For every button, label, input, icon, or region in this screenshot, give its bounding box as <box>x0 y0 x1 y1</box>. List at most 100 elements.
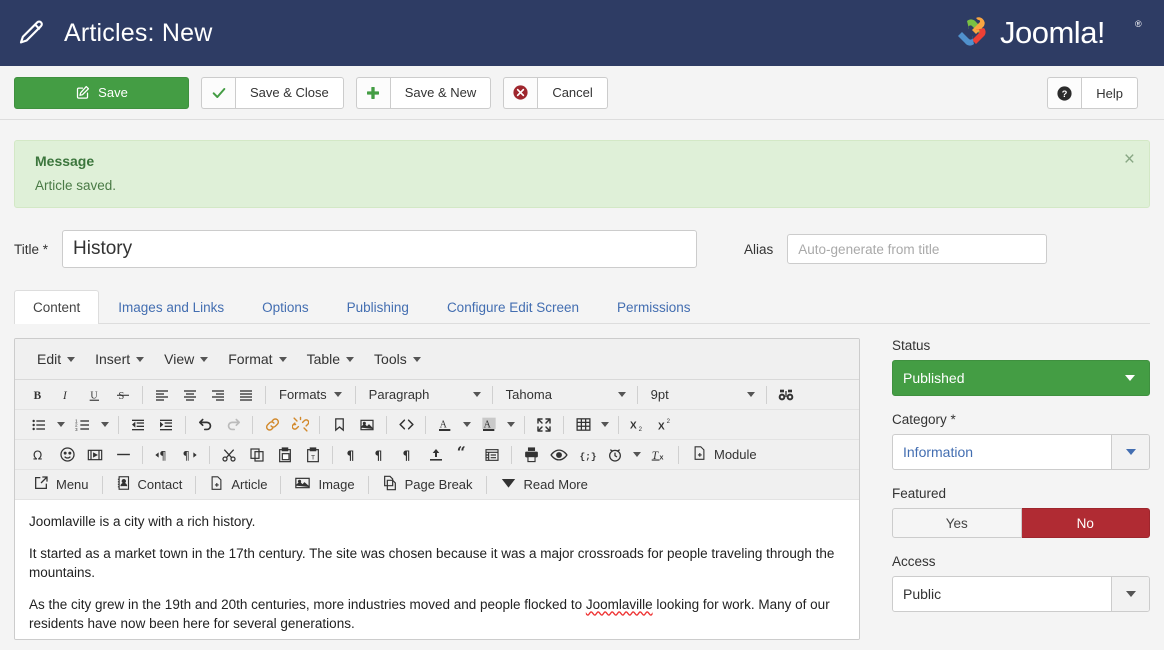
title-input[interactable] <box>62 230 698 268</box>
insert-image-button[interactable]: Image <box>286 472 362 498</box>
help-button-wrap: ? Help <box>1047 77 1150 109</box>
copy-icon[interactable] <box>243 442 271 468</box>
featured-no-button[interactable]: No <box>1021 508 1150 538</box>
paragraph-pilcrow-icon[interactable]: ¶ <box>338 442 366 468</box>
tinymce-editor: Edit Insert View Format Table Tools B I … <box>14 338 860 640</box>
save-new-button[interactable]: Save & New <box>355 76 492 109</box>
chevron-down-icon <box>200 356 209 362</box>
tab-permissions[interactable]: Permissions <box>598 290 710 324</box>
bullet-list-chevron-down-icon[interactable] <box>53 412 69 438</box>
indent-icon[interactable] <box>152 412 180 438</box>
outdent-icon[interactable] <box>124 412 152 438</box>
paragraph-style-dropdown[interactable]: Paragraph <box>361 382 487 408</box>
menu-table[interactable]: Table <box>297 347 364 371</box>
alias-input[interactable] <box>787 234 1048 264</box>
code-sample-icon[interactable]: {;} <box>573 442 601 468</box>
insert-module-button[interactable]: Module <box>684 442 765 468</box>
tab-content[interactable]: Content <box>14 290 100 324</box>
text-color-icon[interactable]: A <box>431 412 459 438</box>
editor-content-area[interactable]: Joomlaville is a city with a rich histor… <box>15 500 859 639</box>
category-select[interactable]: Information <box>892 434 1150 470</box>
insert-menu-button[interactable]: Menu <box>25 472 97 498</box>
menu-format[interactable]: Format <box>218 347 296 371</box>
align-right-icon[interactable] <box>204 382 232 408</box>
tab-images-and-links[interactable]: Images and Links <box>99 290 243 324</box>
subscript-icon[interactable]: X2 <box>624 412 652 438</box>
access-select[interactable]: Public <box>892 576 1150 612</box>
menu-view[interactable]: View <box>154 347 218 371</box>
toolbar-divider <box>332 445 333 464</box>
underline-icon[interactable]: U <box>81 382 109 408</box>
align-justify-icon[interactable] <box>232 382 260 408</box>
clear-formatting-icon[interactable]: Tx <box>645 442 673 468</box>
undo-icon[interactable] <box>191 412 219 438</box>
fullscreen-icon[interactable] <box>530 412 558 438</box>
cancel-button[interactable]: Cancel <box>503 76 608 109</box>
print-icon[interactable] <box>517 442 545 468</box>
preview-eye-icon[interactable] <box>545 442 573 468</box>
nonbreaking-pilcrow-icon[interactable]: ¶ <box>394 442 422 468</box>
svg-text:2: 2 <box>667 419 671 425</box>
search-replace-binoculars-icon[interactable] <box>772 382 800 408</box>
status-select[interactable]: Published <box>892 360 1150 396</box>
cut-scissors-icon[interactable] <box>215 442 243 468</box>
link-icon[interactable] <box>258 412 286 438</box>
menu-insert[interactable]: Insert <box>85 347 154 371</box>
font-size-dropdown[interactable]: 9pt <box>643 382 761 408</box>
insert-table-icon[interactable] <box>569 412 597 438</box>
tab-publishing[interactable]: Publishing <box>328 290 428 324</box>
paragraph-3-part-a: As the city grew in the 19th and 20th ce… <box>29 596 586 612</box>
rtl-icon[interactable]: ¶ <box>176 442 204 468</box>
redo-icon[interactable] <box>219 412 247 438</box>
insert-time-clock-icon[interactable] <box>601 442 629 468</box>
background-color-chevron-down-icon[interactable] <box>503 412 519 438</box>
formats-dropdown[interactable]: Formats <box>271 382 350 408</box>
numbered-list-chevron-down-icon[interactable] <box>97 412 113 438</box>
bold-icon[interactable]: B <box>25 382 53 408</box>
bullet-list-icon[interactable] <box>25 412 53 438</box>
special-character-omega-icon[interactable]: Ω <box>25 442 53 468</box>
insert-table-chevron-down-icon[interactable] <box>597 412 613 438</box>
insert-article-button[interactable]: Article <box>201 472 275 498</box>
svg-text:{;}: {;} <box>580 451 596 462</box>
upload-icon[interactable] <box>422 442 450 468</box>
anchor-bookmark-icon[interactable] <box>325 412 353 438</box>
italic-icon[interactable]: I <box>53 382 81 408</box>
unlink-icon[interactable] <box>286 412 314 438</box>
insert-contact-button[interactable]: Contact <box>108 472 191 498</box>
insert-time-chevron-down-icon[interactable] <box>629 442 645 468</box>
ltr-icon[interactable]: ¶ <box>148 442 176 468</box>
menu-tools[interactable]: Tools <box>364 347 431 371</box>
insert-image-icon[interactable] <box>353 412 381 438</box>
paste-as-text-icon[interactable]: T <box>299 442 327 468</box>
template-icon[interactable] <box>478 442 506 468</box>
emoticon-icon[interactable] <box>53 442 81 468</box>
insert-media-icon[interactable] <box>81 442 109 468</box>
superscript-icon[interactable]: X2 <box>652 412 680 438</box>
paste-icon[interactable] <box>271 442 299 468</box>
menu-edit[interactable]: Edit <box>27 347 85 371</box>
save-button[interactable]: Save <box>14 76 189 109</box>
insert-read-more-button[interactable]: Read More <box>492 472 596 498</box>
tab-options[interactable]: Options <box>243 290 328 324</box>
align-center-icon[interactable] <box>176 382 204 408</box>
show-blocks-pilcrow-icon[interactable]: ¶ <box>366 442 394 468</box>
blockquote-icon[interactable]: “ <box>450 442 478 468</box>
align-left-icon[interactable] <box>148 382 176 408</box>
svg-text:T: T <box>311 454 315 461</box>
plus-icon <box>355 76 390 109</box>
source-code-icon[interactable] <box>392 412 420 438</box>
text-color-chevron-down-icon[interactable] <box>459 412 475 438</box>
save-close-button[interactable]: Save & Close <box>201 76 344 109</box>
close-icon[interactable]: × <box>1124 150 1135 169</box>
featured-yes-button[interactable]: Yes <box>892 508 1022 538</box>
edit-tabs: Content Images and Links Options Publish… <box>14 290 1150 324</box>
help-button[interactable]: ? Help <box>1047 77 1138 109</box>
numbered-list-icon[interactable]: 123 <box>69 412 97 438</box>
tab-configure-edit-screen[interactable]: Configure Edit Screen <box>428 290 598 324</box>
insert-page-break-button[interactable]: Page Break <box>374 472 481 498</box>
font-family-dropdown[interactable]: Tahoma <box>498 382 632 408</box>
horizontal-rule-icon[interactable] <box>109 442 137 468</box>
background-color-icon[interactable]: A <box>475 412 503 438</box>
strikethrough-icon[interactable]: S <box>109 382 137 408</box>
